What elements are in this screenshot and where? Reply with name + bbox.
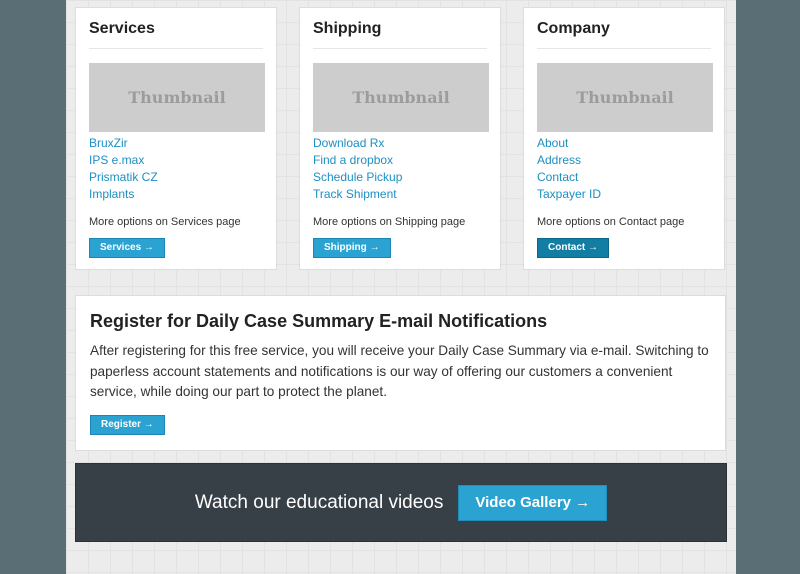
- link-address[interactable]: Address: [537, 153, 581, 167]
- company-more-text: More options on Contact page: [537, 216, 685, 228]
- link-contact[interactable]: Contact: [537, 170, 578, 184]
- video-gallery-button[interactable]: Video Gallery →: [458, 484, 608, 521]
- services-title: Services: [89, 19, 263, 49]
- company-thumbnail: Thumbnail: [537, 63, 713, 132]
- link-track-shipment[interactable]: Track Shipment: [313, 187, 397, 201]
- register-description: After registering for this free service,…: [90, 343, 709, 399]
- link-about[interactable]: About: [537, 136, 568, 150]
- services-links: BruxZir IPS e.max Prismatik CZ Implants: [89, 134, 263, 202]
- register-title: Register for Daily Case Summary E-mail N…: [90, 311, 548, 331]
- company-title: Company: [537, 19, 711, 49]
- page-content: Services Thumbnail BruxZir IPS e.max Pri…: [66, 0, 736, 574]
- company-card: Company Thumbnail About Address Contact …: [523, 7, 725, 270]
- shipping-links: Download Rx Find a dropbox Schedule Pick…: [313, 134, 487, 202]
- services-button[interactable]: Services →: [89, 238, 165, 258]
- video-banner-text: Watch our educational videos: [194, 491, 444, 513]
- link-schedule-pickup[interactable]: Schedule Pickup: [313, 170, 402, 184]
- shipping-more-text: More options on Shipping page: [313, 216, 466, 228]
- company-links: About Address Contact Taxpayer ID: [537, 134, 711, 202]
- link-implants[interactable]: Implants: [89, 187, 134, 201]
- link-bruxzir[interactable]: BruxZir: [89, 136, 128, 150]
- shipping-thumbnail: Thumbnail: [313, 63, 489, 132]
- link-prismatik-cz[interactable]: Prismatik CZ: [89, 170, 158, 184]
- services-card: Services Thumbnail BruxZir IPS e.max Pri…: [75, 7, 277, 270]
- link-ips-emax[interactable]: IPS e.max: [89, 153, 144, 167]
- register-card: Register for Daily Case Summary E-mail N…: [75, 295, 726, 451]
- services-more-text: More options on Services page: [89, 216, 241, 228]
- link-taxpayer-id[interactable]: Taxpayer ID: [537, 187, 601, 201]
- link-download-rx[interactable]: Download Rx: [313, 136, 384, 150]
- shipping-card: Shipping Thumbnail Download Rx Find a dr…: [299, 7, 501, 270]
- link-find-dropbox[interactable]: Find a dropbox: [313, 153, 393, 167]
- register-button[interactable]: Register →: [90, 414, 165, 435]
- services-thumbnail: Thumbnail: [89, 63, 265, 132]
- contact-button[interactable]: Contact →: [537, 238, 609, 258]
- shipping-title: Shipping: [313, 19, 487, 49]
- video-banner: Watch our educational videos Video Galle…: [75, 463, 727, 542]
- shipping-button[interactable]: Shipping →: [313, 238, 391, 258]
